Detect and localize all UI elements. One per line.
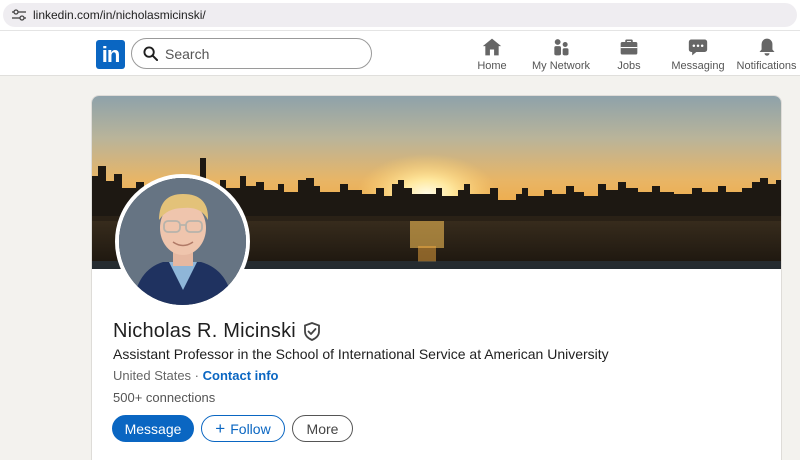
bell-icon [759, 38, 774, 56]
tune-icon[interactable] [12, 9, 26, 21]
chat-icon [688, 39, 708, 56]
briefcase-icon [620, 39, 638, 55]
profile-photo[interactable] [115, 174, 250, 309]
linkedin-logo[interactable]: in [96, 40, 125, 69]
browser-address-bar: linkedin.com/in/nicholasmicinski/ [0, 0, 800, 31]
nav-messaging[interactable]: Messaging [670, 35, 726, 75]
profile-card: Nicholas R. Micinski Assistant Professor… [91, 95, 782, 460]
nav-my-network[interactable]: My Network [528, 35, 594, 75]
url-text: linkedin.com/in/nicholasmicinski/ [33, 8, 206, 22]
connections-count[interactable]: 500+ connections [113, 390, 215, 405]
nav-home[interactable]: Home [470, 35, 514, 75]
follow-label: Follow [230, 420, 271, 437]
plus-icon: + [215, 419, 226, 438]
more-button[interactable]: More [292, 415, 353, 442]
contact-info-link[interactable]: Contact info [203, 368, 279, 383]
name-row: Nicholas R. Micinski [113, 318, 321, 344]
profile-location: United States [113, 368, 192, 383]
nav-jobs[interactable]: Jobs [609, 35, 649, 75]
location-row: United States · Contact info [113, 368, 278, 383]
url-field[interactable]: linkedin.com/in/nicholasmicinski/ [3, 3, 797, 27]
separator-dot: · [194, 368, 200, 383]
search-box[interactable] [131, 38, 372, 69]
profile-portrait [119, 178, 246, 305]
message-button[interactable]: Message [112, 415, 194, 442]
profile-name: Nicholas R. Micinski [113, 319, 296, 342]
follow-button[interactable]: + Follow [201, 415, 285, 442]
search-icon [143, 46, 158, 61]
top-nav: in Home My Network Jobs [0, 31, 800, 76]
nav-notifications-label: Notifications [736, 60, 797, 72]
nav-jobs-label: Jobs [617, 60, 641, 72]
nav-home-label: Home [477, 60, 507, 72]
network-icon [554, 39, 569, 56]
nav-messaging-label: Messaging [671, 60, 725, 72]
home-icon [482, 38, 502, 56]
verified-shield-icon[interactable] [303, 321, 321, 341]
nav-notifications[interactable]: Notifications [735, 35, 798, 75]
search-input[interactable] [165, 44, 360, 64]
nav-my-network-label: My Network [531, 60, 591, 72]
profile-headline: Assistant Professor in the School of Int… [113, 346, 609, 362]
